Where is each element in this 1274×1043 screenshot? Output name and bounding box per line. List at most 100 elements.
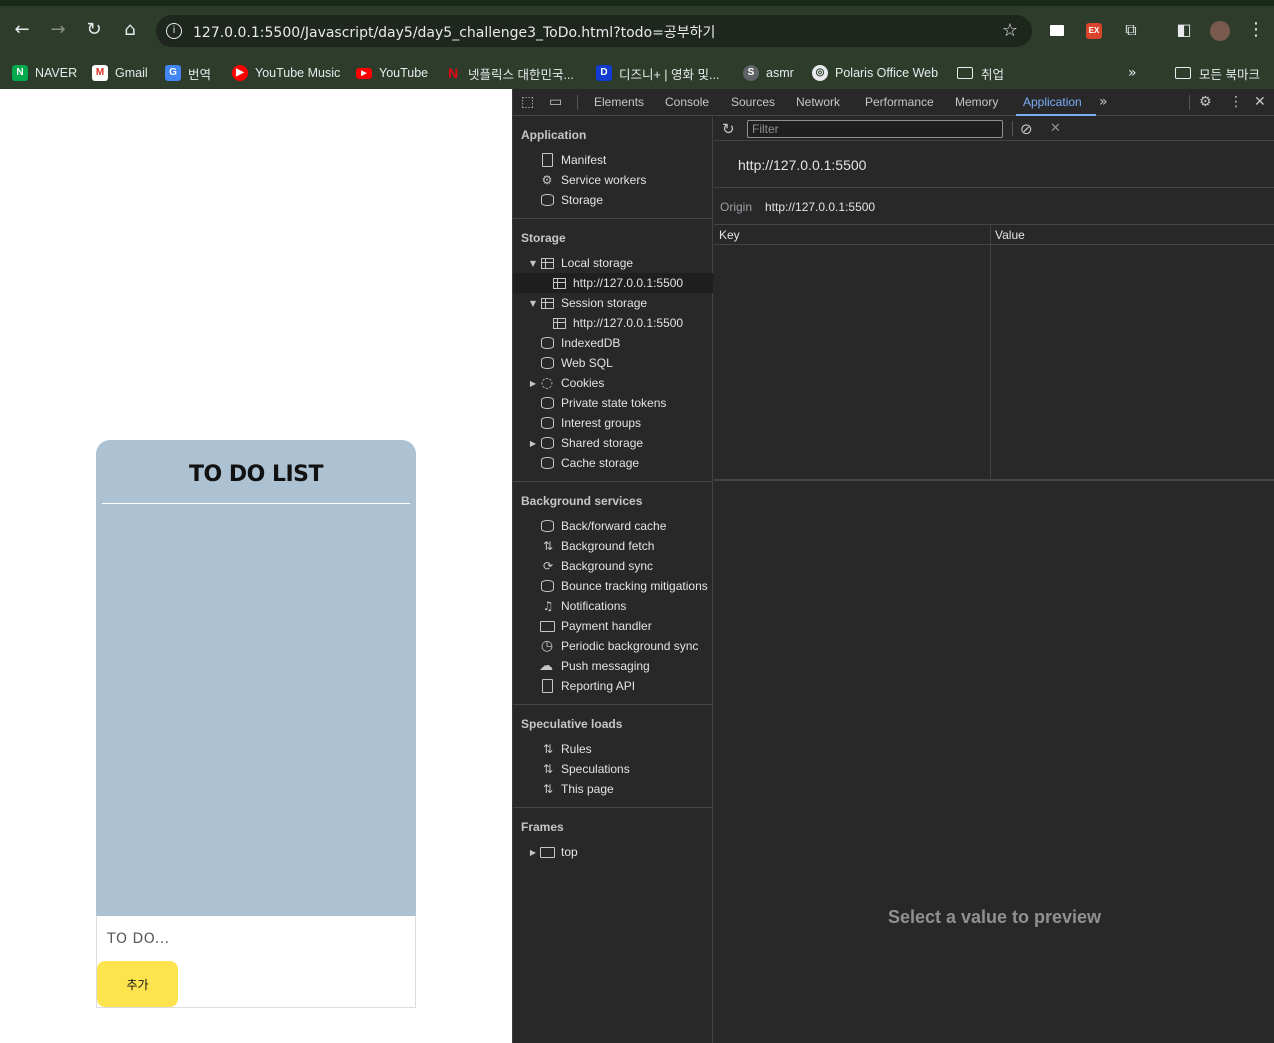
sidebar-item-notifications[interactable]: ♫ Notifications: [513, 596, 713, 616]
tabbar-divider: [577, 95, 578, 110]
up-down-arrows-icon: ⇅: [542, 539, 554, 553]
bookmark-star-icon[interactable]: ☆: [1002, 20, 1018, 41]
section-divider: [513, 481, 713, 482]
sidebar-item-web-sql[interactable]: Web SQL: [513, 353, 713, 373]
sidebar-item-top-frame[interactable]: ▶ top: [513, 842, 713, 862]
bookmark-youtube[interactable]: ▶ YouTube: [356, 63, 428, 83]
home-icon[interactable]: ⌂: [118, 18, 142, 42]
sidebar-item-interest-groups[interactable]: Interest groups: [513, 413, 713, 433]
site-info-icon[interactable]: i: [166, 23, 182, 39]
tab-elements[interactable]: Elements: [594, 95, 644, 109]
reload-icon[interactable]: ↻: [82, 18, 106, 42]
sidebar-item-cookies[interactable]: ▶ ◌ Cookies: [513, 373, 713, 393]
bookmark-netflix[interactable]: N 넷플릭스 대한민국...: [445, 63, 574, 83]
section-storage: Storage: [521, 231, 566, 245]
sidebar-item-storage[interactable]: Storage: [513, 190, 713, 210]
settings-gear-icon[interactable]: ⚙: [1199, 94, 1212, 110]
refresh-icon[interactable]: ↻: [722, 120, 735, 138]
bookmark-disney[interactable]: D 디즈니+ | 영화 및...: [596, 63, 719, 83]
sidebar-item-manifest[interactable]: Manifest: [513, 150, 713, 170]
section-divider: [513, 704, 713, 705]
sidebar-item-session-storage[interactable]: ▼ Session storage: [513, 293, 713, 313]
more-tabs-icon[interactable]: »: [1099, 94, 1108, 110]
tab-network[interactable]: Network: [796, 95, 840, 109]
folder-icon: [957, 67, 973, 79]
bookmark-gmail[interactable]: M Gmail: [92, 63, 148, 83]
back-icon[interactable]: ←: [10, 18, 34, 42]
sidebar-item-background-fetch[interactable]: ⇅ Background fetch: [513, 536, 713, 556]
sidebar-item-payment-handler[interactable]: Payment handler: [513, 616, 713, 636]
bookmark-folder-job[interactable]: 취업: [957, 63, 1004, 83]
tab-performance[interactable]: Performance: [865, 95, 934, 109]
document-icon: [542, 153, 553, 167]
extension-flag-icon[interactable]: [1050, 25, 1064, 36]
disney-icon: D: [596, 65, 612, 81]
application-sidebar: Application Manifest ⚙ Service workers St…: [513, 117, 713, 1043]
expand-triangle-icon[interactable]: ▼: [528, 259, 538, 268]
collapse-triangle-icon[interactable]: ▶: [528, 848, 538, 857]
bookmark-polaris[interactable]: ◎ Polaris Office Web: [812, 63, 938, 83]
naver-icon: N: [12, 65, 28, 81]
sidebar-item-rules[interactable]: ⇅ Rules: [513, 739, 713, 759]
extensions-puzzle-icon[interactable]: ⧉: [1119, 18, 1143, 42]
sync-icon: ⟳: [542, 559, 554, 573]
tab-application[interactable]: Application: [1023, 95, 1082, 109]
frame-icon: [540, 846, 555, 858]
sidebar-item-speculations[interactable]: ⇅ Speculations: [513, 759, 713, 779]
sidebar-item-this-page[interactable]: ⇅ This page: [513, 779, 713, 799]
bookmark-translate[interactable]: G 번역: [165, 63, 211, 83]
expand-triangle-icon[interactable]: ▼: [528, 299, 538, 308]
bookmark-asmr[interactable]: Sasmr: [743, 63, 794, 83]
inspect-element-icon[interactable]: ⬚: [521, 94, 534, 110]
cookie-icon: ◌: [540, 375, 554, 391]
cloud-icon: ☁: [539, 658, 553, 674]
all-bookmarks-folder[interactable]: 모든 북마크: [1175, 63, 1260, 83]
sidebar-item-service-workers[interactable]: ⚙ Service workers: [513, 170, 713, 190]
column-key[interactable]: Key: [719, 228, 740, 242]
sidebar-item-push-messaging[interactable]: ☁ Push messaging: [513, 656, 713, 676]
sidebar-item-back-forward-cache[interactable]: Back/forward cache: [513, 516, 713, 536]
sidebar-item-indexeddb[interactable]: IndexedDB: [513, 333, 713, 353]
column-value[interactable]: Value: [995, 228, 1025, 242]
gears-icon: ⚙: [541, 173, 553, 187]
bookmark-naver[interactable]: N NAVER: [12, 63, 77, 83]
tab-memory[interactable]: Memory: [955, 95, 998, 109]
tab-console[interactable]: Console: [665, 95, 709, 109]
filter-input[interactable]: [747, 120, 1003, 138]
close-devtools-icon[interactable]: ✕: [1254, 94, 1266, 110]
sidebar-item-local-storage[interactable]: ▼ Local storage: [513, 253, 713, 273]
tabbar-divider: [1189, 95, 1190, 110]
extension-ex-icon[interactable]: EX: [1086, 23, 1102, 39]
sidebar-item-local-storage-origin[interactable]: http://127.0.0.1:5500: [513, 273, 713, 293]
forward-icon[interactable]: →: [46, 18, 70, 42]
todo-input[interactable]: [107, 928, 407, 950]
sidebar-item-shared-storage[interactable]: ▶ Shared storage: [513, 433, 713, 453]
sidebar-item-session-storage-origin[interactable]: http://127.0.0.1:5500: [513, 313, 713, 333]
bookmarks-overflow-icon[interactable]: »: [1128, 63, 1137, 83]
sidebar-item-bounce-tracking[interactable]: Bounce tracking mitigations: [513, 576, 713, 596]
collapse-triangle-icon[interactable]: ▶: [528, 439, 538, 448]
delete-selected-icon[interactable]: ✕: [1050, 121, 1061, 136]
sidebar-item-cache-storage[interactable]: Cache storage: [513, 453, 713, 473]
youtube-icon: ▶: [356, 67, 372, 79]
sidebar-item-background-sync[interactable]: ⟳ Background sync: [513, 556, 713, 576]
database-icon: [541, 194, 554, 206]
column-divider[interactable]: [990, 225, 991, 480]
address-bar[interactable]: i 127.0.0.1:5500/Javascript/day5/day5_ch…: [156, 15, 1032, 47]
add-button[interactable]: 추가: [97, 961, 178, 1007]
section-background-services: Background services: [521, 494, 643, 508]
key-value-table[interactable]: Key Value: [714, 225, 1274, 481]
sidebar-item-reporting-api[interactable]: Reporting API: [513, 676, 713, 696]
bookmark-youtube-music[interactable]: ▶ YouTube Music: [232, 63, 340, 83]
menu-kebab-icon[interactable]: ⋮: [1244, 18, 1268, 42]
clear-all-icon[interactable]: ⊘: [1020, 120, 1033, 138]
tab-sources[interactable]: Sources: [731, 95, 775, 109]
device-toolbar-icon[interactable]: ▭: [549, 94, 562, 110]
devtools-menu-icon[interactable]: ⋮: [1229, 94, 1243, 110]
sidebar-item-private-state-tokens[interactable]: Private state tokens: [513, 393, 713, 413]
collapse-triangle-icon[interactable]: ▶: [528, 379, 538, 388]
side-panel-icon[interactable]: ◧: [1172, 18, 1196, 42]
profile-avatar[interactable]: [1210, 21, 1230, 41]
sidebar-item-periodic-background-sync[interactable]: ◷ Periodic background sync: [513, 636, 713, 656]
section-frames: Frames: [521, 820, 564, 834]
